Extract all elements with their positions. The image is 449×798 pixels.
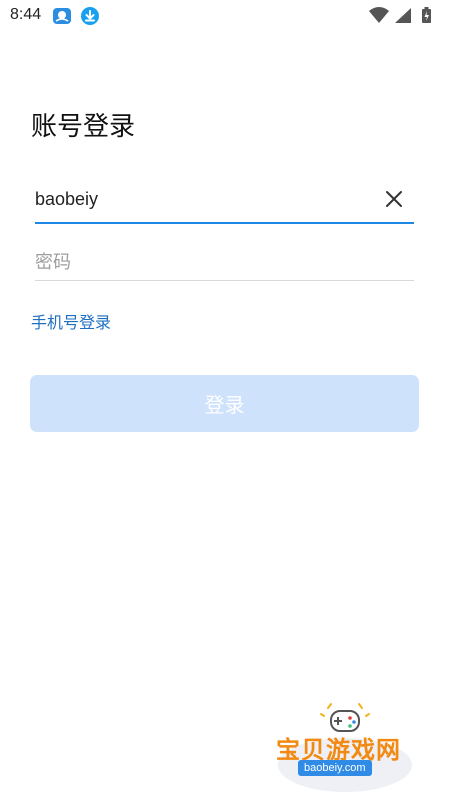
username-field [35, 180, 414, 224]
watermark-logo: 宝贝游戏网 baobeiy.com [270, 700, 420, 792]
watermark-url: baobeiy.com [298, 760, 372, 776]
battery-icon [422, 7, 431, 23]
download-icon [81, 7, 99, 25]
login-button[interactable]: 登录 [30, 375, 419, 432]
signal-icon [395, 8, 411, 23]
phone-login-link[interactable]: 手机号登录 [31, 309, 111, 333]
status-time: 8:44 [10, 6, 42, 23]
password-field [35, 243, 414, 281]
system-status-icons [369, 7, 431, 23]
username-input[interactable] [35, 180, 365, 218]
clear-icon[interactable] [384, 189, 404, 209]
wifi-icon [369, 7, 389, 23]
password-input[interactable] [35, 243, 365, 281]
status-bar: 8:44 [0, 0, 449, 30]
app-notification-icon [53, 8, 71, 24]
page-title: 账号登录 [31, 112, 136, 142]
